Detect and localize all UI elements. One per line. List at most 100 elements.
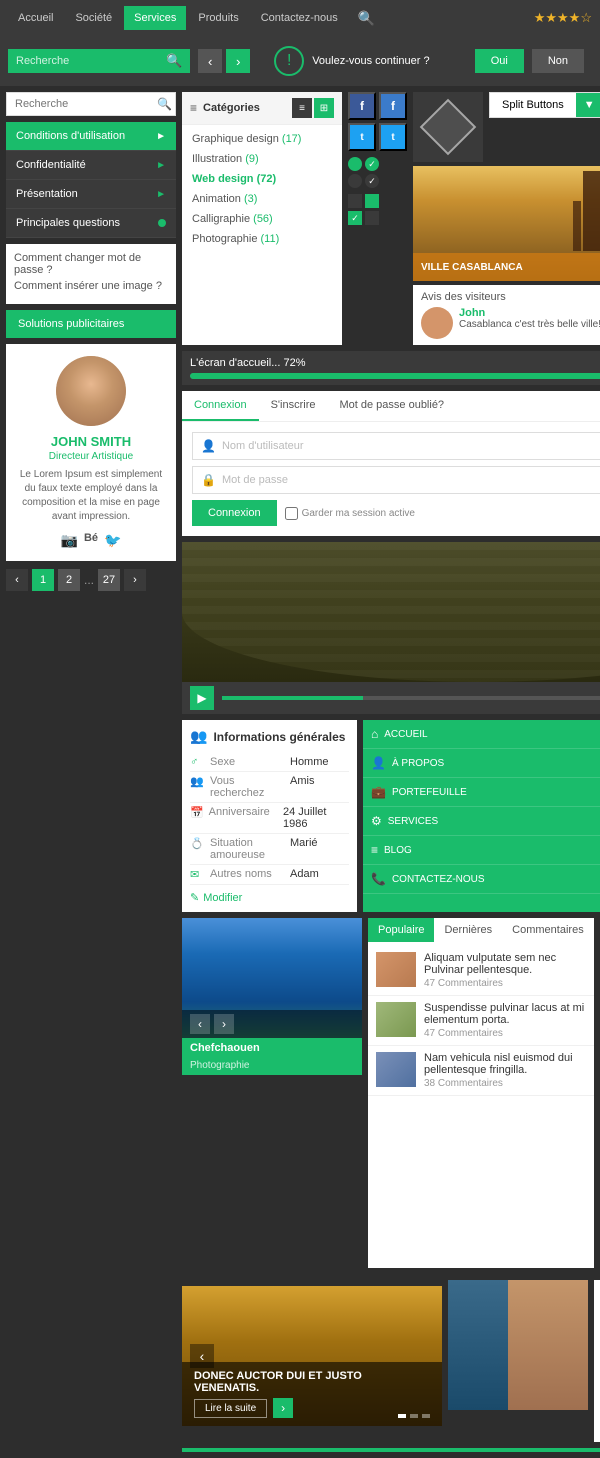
visitor-item: John Casablanca c'est très belle ville!	[421, 307, 600, 339]
accordion-header-3[interactable]: Présentation ►	[6, 180, 176, 208]
solutions-button[interactable]: Solutions publicitaires	[6, 310, 176, 338]
pagination-prev[interactable]: ‹	[6, 569, 28, 591]
city-image: VILLE CASABLANCA ►	[413, 166, 600, 281]
color-circles: ✓ ✓	[348, 157, 379, 188]
facebook-icon-btn-1[interactable]: f	[348, 92, 376, 120]
slider-more-button[interactable]: Lire la suite	[194, 1399, 267, 1418]
pagination-next[interactable]: ›	[124, 569, 146, 591]
city-section: VILLE CASABLANCA ► Avis des visiteurs Jo…	[413, 166, 600, 345]
tab-connexion[interactable]: Connexion	[182, 391, 259, 421]
general-info-row: 👥 Informations générales ♂ Sexe Homme 👥 …	[182, 720, 600, 912]
nav-accueil-label: ACCUEIL	[384, 729, 427, 740]
gear-nav-icon: ⚙	[371, 814, 382, 828]
left-search-input[interactable]	[15, 98, 157, 110]
cat-grid-btn[interactable]: ⊞	[314, 98, 334, 118]
split-btn-arrow[interactable]: ▼	[576, 93, 600, 117]
accordion-header-2[interactable]: Confidentialité ►	[6, 151, 176, 179]
tab-commentaires[interactable]: Commentaires	[502, 918, 594, 942]
accordion-menu: Conditions d'utilisation ► Confidentiali…	[6, 122, 176, 238]
twitter-icon-btn-2[interactable]: t	[379, 123, 407, 151]
video-play-button[interactable]: ▶	[190, 686, 214, 710]
autres-icon: ✉	[190, 868, 210, 881]
cat-list-btn[interactable]: ≡	[292, 98, 312, 118]
video-progress-bar[interactable]	[222, 696, 600, 700]
voulez-vous-text: Voulez-vous continuer ?	[312, 55, 467, 67]
nav-item-apropos-card[interactable]: 👤 À PROPOS	[363, 749, 600, 778]
username-input[interactable]	[222, 440, 600, 452]
search-input[interactable]	[16, 55, 166, 67]
faq-item-2[interactable]: Comment insérer une image ?	[14, 280, 168, 292]
city-label-bar: VILLE CASABLANCA ►	[413, 253, 600, 281]
accordion-header-1[interactable]: Conditions d'utilisation ►	[6, 122, 176, 150]
nav-blog-label: BLOG	[384, 845, 412, 856]
faq-item-1[interactable]: Comment changer mot de passe ?	[14, 252, 168, 276]
list-nav-icon: ≡	[371, 843, 378, 857]
pagination-page-27[interactable]: 27	[98, 569, 120, 591]
nav-item-contact[interactable]: Contactez-nous	[251, 6, 348, 30]
accordion-arrow-3: ►	[156, 189, 166, 200]
password-input[interactable]	[222, 474, 600, 486]
yes-button[interactable]: Oui	[475, 49, 524, 73]
slider-article-row: ‹ DONEC AUCTOR DUI ET JUSTO VENENATIS. L…	[182, 1280, 600, 1442]
slider-dot-3	[422, 1414, 430, 1418]
twitter-icon[interactable]: 🐦	[104, 532, 121, 549]
categories-panel: ≡ Catégories ≡ ⊞ Graphique design (17) I…	[182, 92, 342, 345]
video-section: ▶ 22:36 🔊 ⛶	[182, 542, 600, 714]
tab-password[interactable]: Mot de passe oublié?	[327, 391, 456, 421]
nav-item-accueil-card[interactable]: ⌂ ACCUEIL	[363, 720, 600, 749]
instagram-icon[interactable]: 📷	[61, 532, 78, 549]
accordion-label-4: Principales questions	[16, 217, 120, 229]
tab-populaire[interactable]: Populaire	[368, 918, 434, 942]
behance-icon[interactable]: Bé	[84, 532, 98, 549]
cat-item-1[interactable]: Graphique design (17)	[182, 129, 342, 149]
pagination-page-2[interactable]: 2	[58, 569, 80, 591]
cat-item-3[interactable]: Web design (72)	[182, 169, 342, 189]
blog-next-button[interactable]: ›	[214, 1014, 234, 1034]
nav-item-services-card[interactable]: ⚙ SERVICES	[363, 807, 600, 836]
article-section: Andalousie Histoire et Villes Le Lorem I…	[448, 1280, 600, 1442]
cat-item-6[interactable]: Photographie (11)	[182, 229, 342, 249]
slider-arrow-button[interactable]: ›	[273, 1398, 293, 1418]
nav-search-button[interactable]: 🔍	[350, 4, 383, 33]
modify-link[interactable]: ✎ Modifier	[190, 891, 349, 904]
accordion-header-4[interactable]: Principales questions	[6, 209, 176, 237]
no-button[interactable]: Non	[532, 49, 584, 73]
footer-bar	[182, 1448, 600, 1452]
split-btn-main[interactable]: Split Buttons	[490, 93, 576, 117]
sq-dark-2	[365, 211, 379, 225]
nav-item-societe[interactable]: Société	[65, 6, 122, 30]
blog-prev-button[interactable]: ‹	[190, 1014, 210, 1034]
tab-dernieres[interactable]: Dernières	[434, 918, 502, 942]
pagination-page-1[interactable]: 1	[32, 569, 54, 591]
remember-me-checkbox[interactable]	[285, 507, 298, 520]
nav-item-portefeuille-card[interactable]: 💼 PORTEFEUILLE	[363, 778, 600, 807]
popular-thumb-2	[376, 1002, 416, 1037]
cat-item-5[interactable]: Calligraphie (56)	[182, 209, 342, 229]
nav-item-blog-card[interactable]: ≡ BLOG	[363, 836, 600, 865]
icons-column: f f t t ✓ ✓ ✓	[348, 92, 407, 345]
facebook-icon-btn-2[interactable]: f	[379, 92, 407, 120]
twitter-icon-btn-1[interactable]: t	[348, 123, 376, 151]
sexe-value: Homme	[290, 756, 329, 768]
remember-me-label: Garder ma session active	[285, 507, 415, 520]
cat-item-2[interactable]: Illustration (9)	[182, 149, 342, 169]
prev-arrow-button[interactable]: ‹	[198, 49, 222, 73]
login-submit-button[interactable]: Connexion	[192, 500, 277, 526]
nav-item-accueil[interactable]: Accueil	[8, 6, 63, 30]
recherche-label: Vous recherchez	[210, 775, 290, 799]
nav-item-produits[interactable]: Produits	[188, 6, 248, 30]
categories-header: ≡ Catégories ≡ ⊞	[182, 92, 342, 125]
info-row-sexe: ♂ Sexe Homme	[190, 753, 349, 772]
search-submit-button[interactable]: 🔍	[166, 53, 182, 69]
nav-services-label: SERVICES	[388, 816, 438, 827]
tab-inscrire[interactable]: S'inscrire	[259, 391, 328, 421]
anniversaire-value: 24 Juillet 1986	[283, 806, 349, 830]
sq-green-1	[365, 194, 379, 208]
left-search-icon: 🔍	[157, 97, 172, 111]
cat-item-4[interactable]: Animation (3)	[182, 189, 342, 209]
voulez-vous-section: ! Voulez-vous continuer ? Oui Non	[266, 42, 592, 80]
article-content: Andalousie Histoire et Villes Le Lorem I…	[594, 1280, 600, 1442]
nav-item-services[interactable]: Services	[124, 6, 186, 30]
next-arrow-button[interactable]: ›	[226, 49, 250, 73]
nav-item-contact-card[interactable]: 📞 CONTACTEZ-NOUS	[363, 865, 600, 894]
